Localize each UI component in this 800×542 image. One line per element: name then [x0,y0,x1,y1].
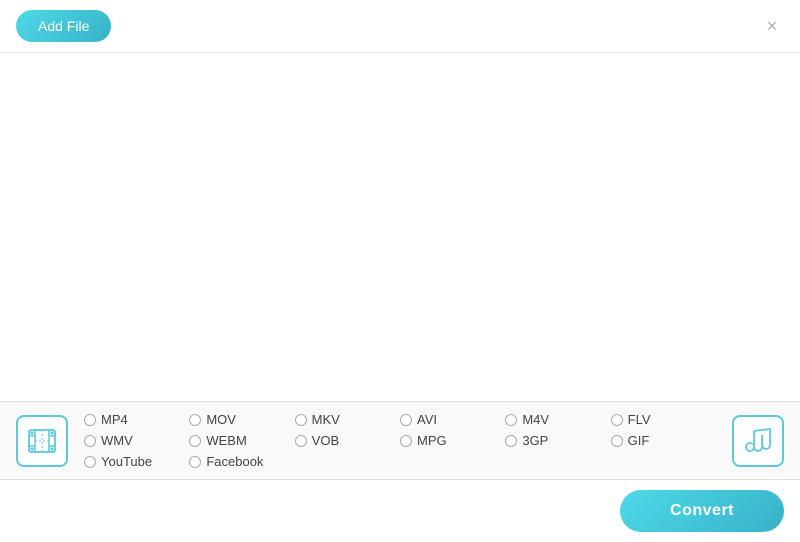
music-icon [744,427,772,455]
format-item-3gp[interactable]: 3GP [505,433,610,448]
main-content-area [0,53,800,373]
format-section: MP4 MOV MKV AVI M4V FLV [0,402,800,479]
video-icon [27,426,57,456]
format-radio-mov [189,414,201,426]
format-radio-mp4 [84,414,96,426]
format-radio-3gp [505,435,517,447]
format-item-flv[interactable]: FLV [611,412,716,427]
format-label-youtube: YouTube [101,454,152,469]
format-grid: MP4 MOV MKV AVI M4V FLV [84,412,716,469]
format-item-avi[interactable]: AVI [400,412,505,427]
format-radio-gif [611,435,623,447]
format-item-mpg[interactable]: MPG [400,433,505,448]
format-item-vob[interactable]: VOB [295,433,400,448]
format-item-webm[interactable]: WEBM [189,433,294,448]
format-radio-mpg [400,435,412,447]
format-radio-mkv [295,414,307,426]
format-radio-m4v [505,414,517,426]
format-label-mov: MOV [206,412,236,427]
format-label-3gp: 3GP [522,433,548,448]
format-label-m4v: M4V [522,412,549,427]
format-radio-avi [400,414,412,426]
video-format-icon-box[interactable] [16,415,68,467]
format-item-youtube[interactable]: YouTube [84,454,189,469]
format-item-mkv[interactable]: MKV [295,412,400,427]
format-radio-flv [611,414,623,426]
format-item-wmv[interactable]: WMV [84,433,189,448]
format-label-mp4: MP4 [101,412,128,427]
format-label-gif: GIF [628,433,650,448]
format-radio-webm [189,435,201,447]
format-item-mov[interactable]: MOV [189,412,294,427]
format-label-mkv: MKV [312,412,340,427]
audio-format-icon-box[interactable] [732,415,784,467]
convert-button[interactable]: Convert [620,490,784,532]
format-label-vob: VOB [312,433,339,448]
format-item-m4v[interactable]: M4V [505,412,610,427]
format-item-gif[interactable]: GIF [611,433,716,448]
add-file-button[interactable]: Add File [16,10,111,42]
convert-bar: Convert [0,480,800,542]
format-radio-facebook [189,456,201,468]
format-radio-youtube [84,456,96,468]
format-item-facebook[interactable]: Facebook [189,454,294,469]
format-label-wmv: WMV [101,433,133,448]
format-label-webm: WEBM [206,433,246,448]
format-label-facebook: Facebook [206,454,263,469]
format-label-flv: FLV [628,412,651,427]
format-label-avi: AVI [417,412,437,427]
format-item-mp4[interactable]: MP4 [84,412,189,427]
close-button[interactable]: × [760,14,784,38]
format-radio-vob [295,435,307,447]
bottom-panel: MP4 MOV MKV AVI M4V FLV [0,401,800,542]
format-radio-wmv [84,435,96,447]
title-bar: Add File × [0,0,800,52]
format-label-mpg: MPG [417,433,447,448]
